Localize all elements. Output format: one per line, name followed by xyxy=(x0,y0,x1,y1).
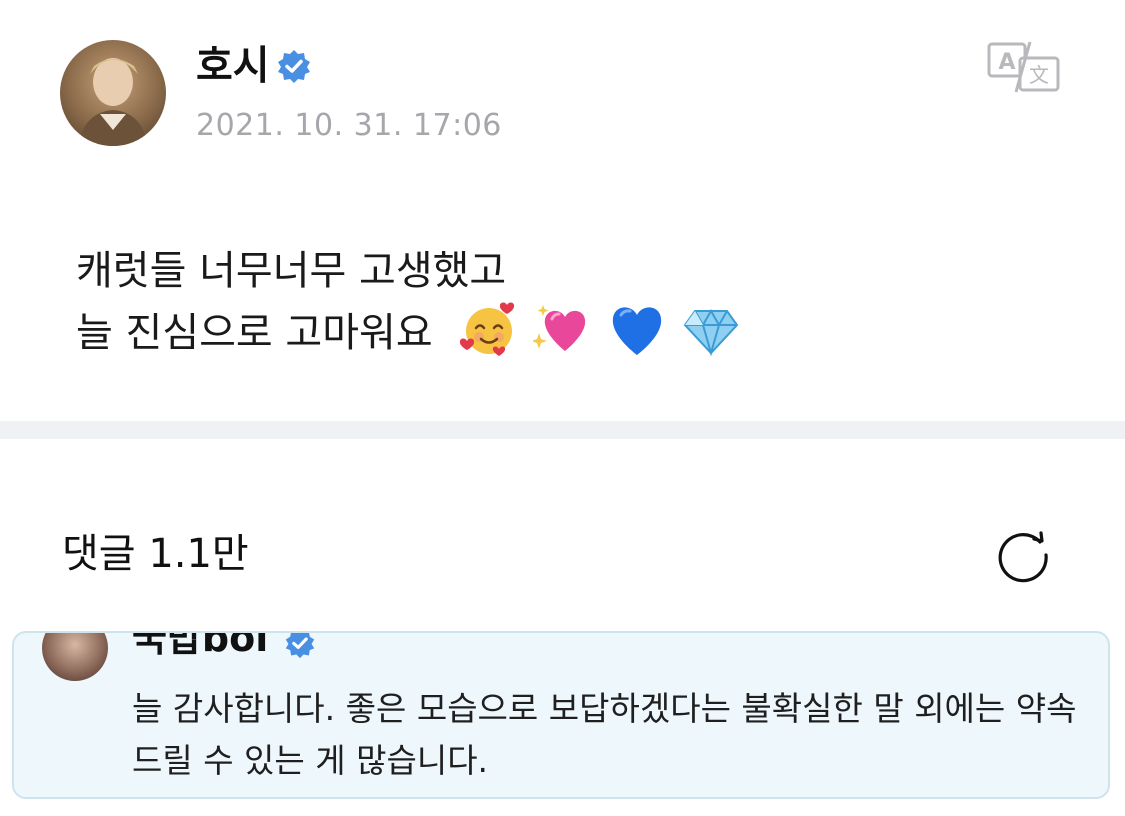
post-body-line-1: 캐럿들 너무너무 고생했고 xyxy=(76,248,507,294)
author-avatar[interactable] xyxy=(60,40,166,146)
refresh-button[interactable] xyxy=(994,526,1052,584)
section-divider xyxy=(0,421,1125,439)
post-body-line-2: 늘 진심으로 고마워요 xyxy=(76,302,741,365)
sparkling-heart-icon xyxy=(533,305,586,351)
post-body-line-2-text: 늘 진심으로 고마워요 xyxy=(76,310,433,356)
translate-icon: A 文 xyxy=(987,41,1060,93)
verified-badge-icon xyxy=(278,50,310,83)
svg-text:文: 文 xyxy=(1029,63,1049,87)
verified-badge-icon xyxy=(285,633,315,659)
reply-author-avatar[interactable] xyxy=(42,633,108,681)
comments-count-label[interactable]: 댓글 1.1만 xyxy=(62,526,249,582)
reply-text: 늘 감사합니다. 좋은 모습으로 보답하겠다는 불확실한 말 외에는 약속드릴 … xyxy=(132,689,1077,780)
blue-heart-icon xyxy=(613,307,662,355)
smiling-face-with-hearts-icon xyxy=(460,302,515,356)
post-body: 캐럿들 너무너무 고생했고 늘 진심으로 고마워요 xyxy=(76,240,741,365)
svg-text:A: A xyxy=(998,50,1015,75)
emoji-row xyxy=(459,299,741,359)
reply-author-name[interactable]: 국밥boi xyxy=(132,633,268,663)
author-name[interactable]: 호시 xyxy=(196,40,270,92)
page: 호시 2021. 10. 31. 17:06 A 文 캐럿들 너무너무 고생했고… xyxy=(0,0,1125,816)
pinned-reply-card[interactable]: 국밥boi 늘 감사합니다. 좋은 모습으로 보답하겠다는 불확실한 말 외에는… xyxy=(12,631,1110,799)
translate-button[interactable]: A 文 xyxy=(986,40,1062,94)
refresh-icon xyxy=(998,531,1048,583)
gem-stone-icon xyxy=(684,308,739,357)
post-timestamp: 2021. 10. 31. 17:06 xyxy=(196,108,502,143)
